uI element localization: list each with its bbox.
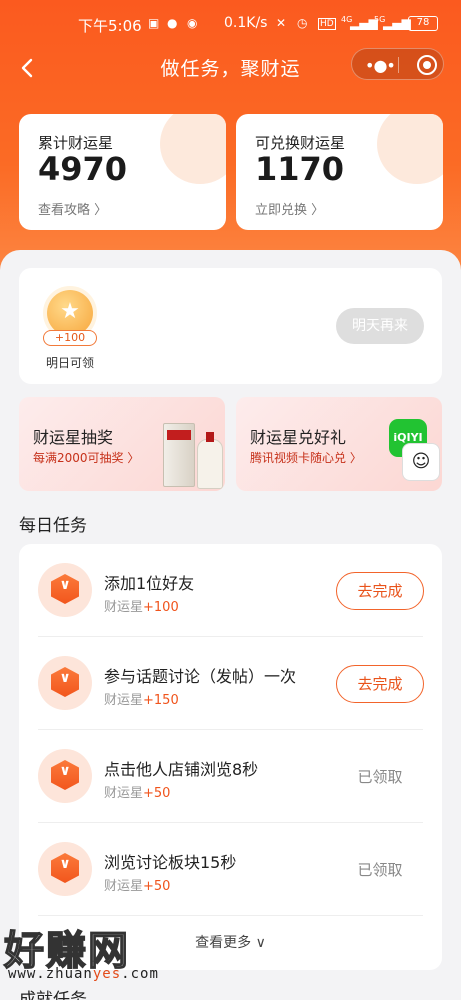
lottery-title: 财运星抽奖 — [33, 428, 114, 447]
nav-bar: 做任务，聚财运 •●• — [0, 48, 461, 88]
alarm-icon: ◷ — [297, 16, 308, 30]
task-badge-icon: ∨ — [38, 656, 92, 710]
task-badge-icon: ∨ — [38, 563, 92, 617]
claimed-status: 已领取 — [357, 861, 403, 879]
gift-exchange-subtitle: 腾讯视频卡随心兑 〉 — [250, 451, 362, 465]
task-name: 参与话题讨论（发帖）一次 — [104, 667, 297, 686]
status-bar: 下午5:06 ▣ ● ◉ 0.1K/s ✕ ◷ HD 4G ▂▄▆ 5G ▂▄▆… — [0, 0, 461, 48]
task-name: 添加1位好友 — [104, 574, 195, 593]
view-guide-link[interactable]: 查看攻略 〉 — [38, 199, 107, 218]
site-watermark: 好赚网 www.zhuanyes.com — [2, 918, 192, 988]
liquor-bottle-image — [197, 432, 223, 489]
total-stars-value: 4970 — [38, 150, 128, 188]
gift-exchange-banner[interactable]: 财运星兑好礼 腾讯视频卡随心兑 〉 iQIYI ☺ — [236, 397, 442, 491]
checkin-card: ★ +100 明日可领 明天再来 — [19, 268, 442, 384]
signal-icon-2: ▂▄▆ — [383, 16, 411, 30]
qq-icon: ● — [167, 16, 178, 30]
watermark-url: www.zhuanyes.com — [8, 966, 159, 982]
daily-tasks-title: 每日任务 — [19, 516, 87, 536]
task-name: 点击他人店铺浏览8秒 — [104, 760, 259, 779]
task-reward: 财运星+50 — [104, 879, 171, 894]
task-badge-icon: ∨ — [38, 749, 92, 803]
task-reward: 财运星+50 — [104, 786, 171, 801]
coin-bonus: +100 — [43, 330, 97, 346]
redeemable-stars-value: 1170 — [255, 150, 345, 188]
more-dots-icon[interactable]: •●• — [365, 56, 396, 75]
coin-label: 明日可领 — [45, 356, 94, 370]
hd-badge: HD — [318, 18, 336, 30]
cartoon-sticker-image: ☺ — [402, 443, 440, 481]
total-stars-card: 累计财运星 4970 查看攻略 〉 — [19, 114, 226, 230]
target-circle-icon[interactable] — [417, 55, 437, 75]
lottery-banner[interactable]: 财运星抽奖 每满2000可抽奖 〉 — [19, 397, 225, 491]
redeem-now-link[interactable]: 立即兑换 〉 — [255, 199, 324, 218]
mute-icon: ✕ — [276, 16, 287, 30]
come-back-tomorrow-button[interactable]: 明天再来 — [336, 308, 424, 344]
task-row: ∨ 浏览讨论板块15秒 财运星+50 已领取 — [19, 823, 442, 916]
music-app-icon: ◉ — [187, 16, 198, 30]
task-row: ∨ 点击他人店铺浏览8秒 财运星+50 已领取 — [19, 730, 442, 823]
daily-task-list: ∨ 添加1位好友 财运星+100 去完成 ∨ 参与话题讨论（发帖）一次 财运星+… — [19, 544, 442, 970]
notification-icon: ▣ — [148, 16, 160, 30]
task-reward: 财运星+150 — [104, 693, 179, 708]
task-name: 浏览讨论板块15秒 — [104, 853, 237, 872]
task-badge-icon: ∨ — [38, 842, 92, 896]
lottery-subtitle: 每满2000可抽奖 〉 — [33, 451, 140, 465]
status-time: 下午5:06 — [78, 17, 142, 35]
claimed-status: 已领取 — [357, 768, 403, 786]
battery-icon: 78 — [408, 16, 438, 31]
exchange-badge-decoration — [377, 114, 443, 184]
row-divider — [38, 915, 423, 916]
redeemable-stars-card: 可兑换财运星 1170 立即兑换 〉 — [236, 114, 443, 230]
liquor-box-image — [163, 423, 195, 487]
gift-exchange-title: 财运星兑好礼 — [250, 428, 347, 447]
go-complete-button[interactable]: 去完成 — [336, 572, 424, 610]
capsule-divider — [398, 57, 399, 73]
task-row: ∨ 参与话题讨论（发帖）一次 财运星+150 去完成 — [19, 637, 442, 730]
task-row: ∨ 添加1位好友 财运星+100 去完成 — [19, 544, 442, 637]
star-badge-decoration — [160, 114, 226, 184]
task-reward: 财运星+100 — [104, 600, 179, 615]
network-speed: 0.1K/s — [224, 15, 268, 31]
mini-program-capsule: •●• — [351, 48, 444, 80]
go-complete-button[interactable]: 去完成 — [336, 665, 424, 703]
